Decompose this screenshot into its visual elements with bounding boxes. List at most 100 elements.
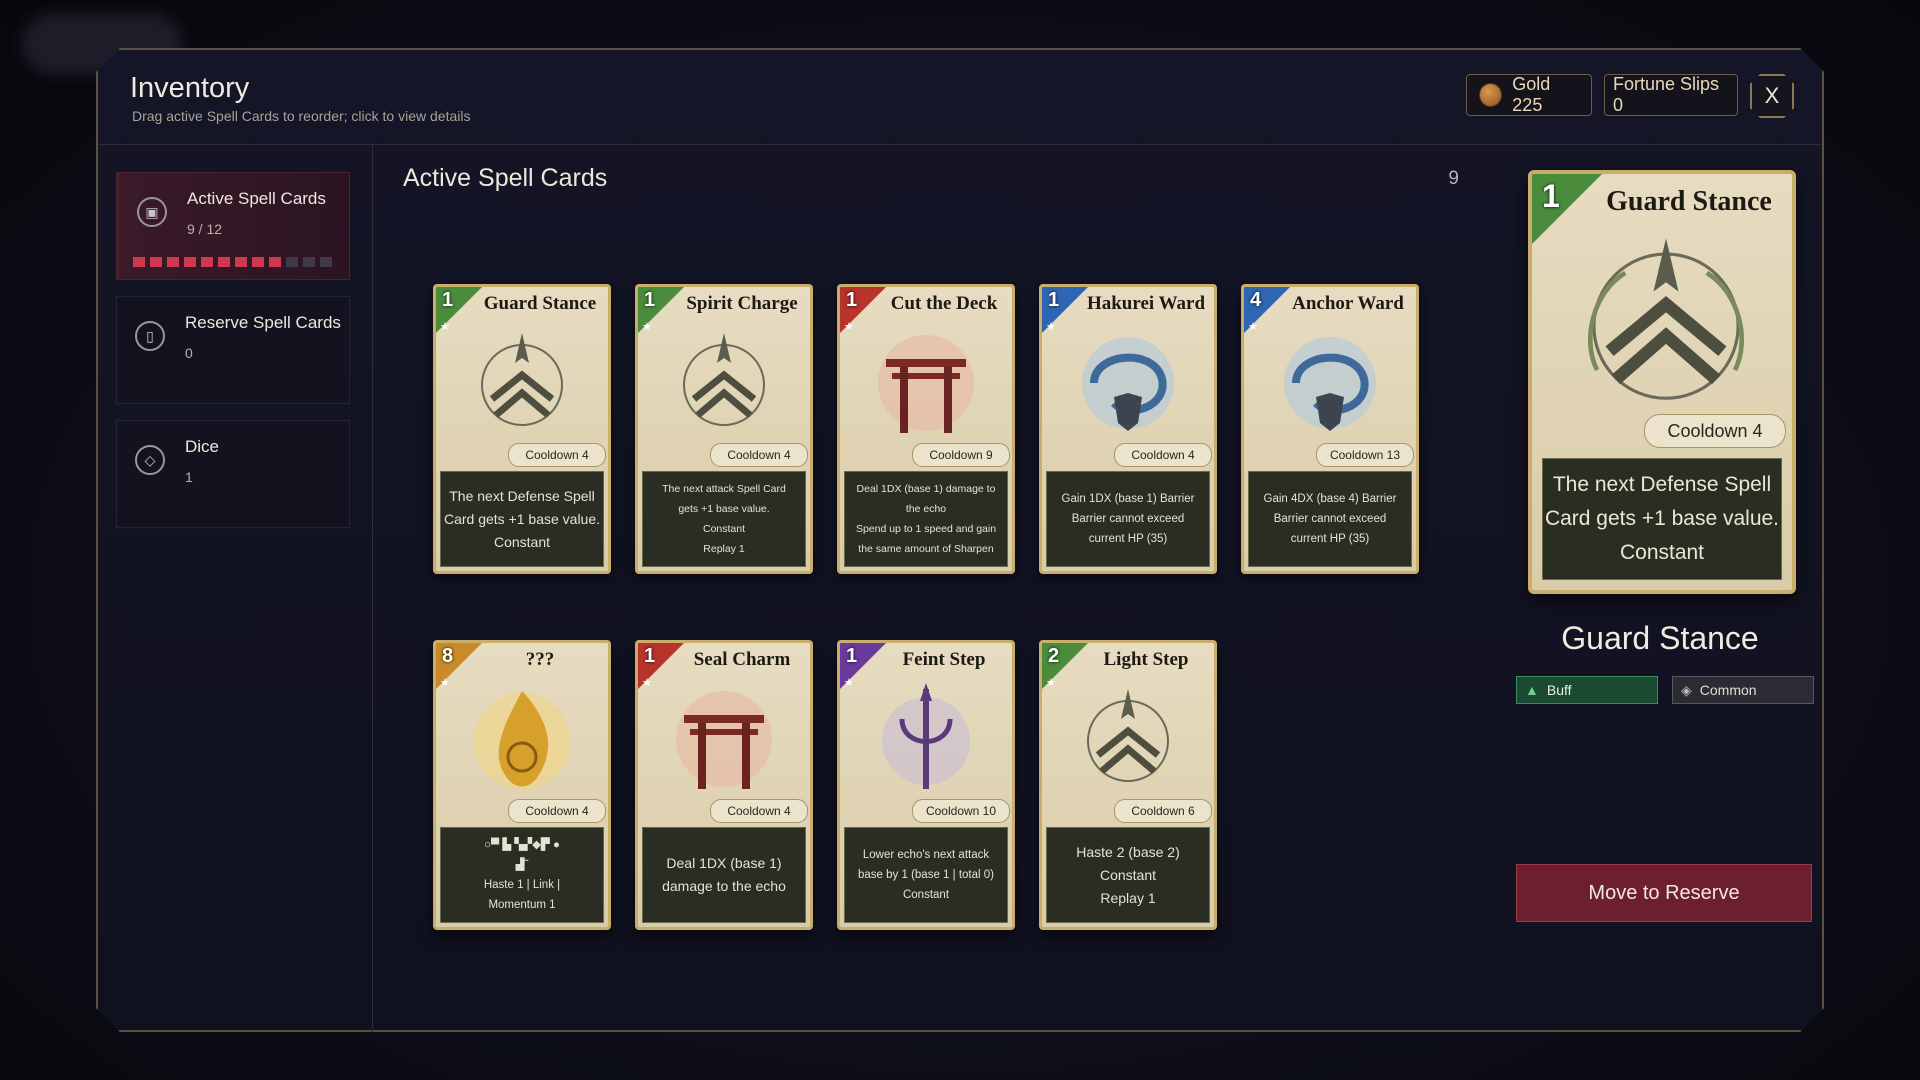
card-cooldown: Cooldown 4 (710, 443, 808, 467)
card-description-line: Gain 1DX (base 1) Barrier (1061, 493, 1195, 505)
card-name: Hakurei Ward (1086, 293, 1206, 314)
tag-rarity-label: Common (1699, 682, 1757, 698)
card-description-line: Replay 1 (1100, 889, 1156, 906)
card-description-line: Spend up to 1 speed and gain (855, 523, 997, 535)
sidebar: ▣ Active Spell Cards 9 / 12 ▯ Reserve Sp… (98, 144, 373, 1032)
card-cooldown: Cooldown 4 (508, 443, 606, 467)
detail-card-preview: 1 Guard Stance Cooldown 4 The next Defen… (1528, 170, 1796, 594)
card-cost: 1 (1048, 289, 1060, 311)
fortune-slips-label: Fortune Slips 0 (1613, 74, 1720, 115)
card-description: Deal 1DX (base 1) damage to the echo (642, 827, 806, 923)
capacity-pip (167, 257, 179, 267)
detail-description: The next Defense Spell Card gets +1 base … (1542, 458, 1782, 580)
card-art-icon (650, 679, 798, 799)
card-cost: 1 (846, 289, 858, 311)
spell-card[interactable]: 4 Anchor Ward ★ Cooldown 13 Gain 4DX (base 4… (1241, 284, 1419, 574)
card-name: Spirit Charge (686, 293, 798, 314)
spell-card-icon: ▣ (137, 197, 167, 227)
card-description: Lower echo's next attack base by 1 (base … (844, 827, 1008, 923)
panel-header: Inventory Drag active Spell Cards to reo… (98, 50, 1822, 145)
card-name: Cut the Deck (890, 293, 998, 314)
card-description-line: Constant (902, 889, 950, 901)
card-description-line: Card gets +1 base value. (443, 510, 601, 527)
card-description-line: Deal 1DX (base 1) damage to (856, 483, 996, 495)
card-name: Anchor Ward (1292, 293, 1404, 314)
guard-stance-art-icon (1550, 228, 1782, 418)
card-cooldown: Cooldown 4 (1114, 443, 1212, 467)
card-description: ○▀ ▙ ▚▞◆▛ ● ▟˜ Haste 1 | Link | Momentum 1 (440, 827, 604, 923)
gold-label: Gold 225 (1512, 74, 1551, 115)
tag-buff-label: Buff (1546, 682, 1572, 698)
card-art-icon (852, 323, 1000, 443)
card-description: Gain 1DX (base 1) Barrier Barrier cannot … (1046, 471, 1210, 567)
page-title: Inventory (130, 72, 250, 104)
card-description-line: current HP (35) (1290, 533, 1370, 545)
card-description-line: Constant (702, 523, 746, 535)
card-description-line: Deal 1DX (base 1) (666, 855, 782, 871)
card-description-line: The next attack Spell Card (662, 483, 786, 495)
reserve-card-icon: ▯ (135, 321, 165, 351)
sidebar-item-count: 1 (185, 469, 193, 485)
triangle-icon: ▲ (1525, 682, 1539, 698)
section-title: Active Spell Cards (403, 164, 608, 192)
card-description-line: the same amount of Sharpen (858, 543, 994, 555)
card-description-line: damage to the echo (662, 878, 786, 894)
card-description: Haste 2 (base 2) Constant Replay 1 (1046, 827, 1210, 923)
active-spell-cards-section: Active Spell Cards 9 1 Guard Stance ★ Coold… (373, 144, 1493, 1032)
card-art-icon (1054, 679, 1202, 799)
sidebar-item-dice[interactable]: ◇ Dice 1 (116, 420, 350, 528)
spell-card[interactable]: 1 Feint Step ★ Cooldown 10 Lower echo's next… (837, 640, 1015, 930)
card-description-line: Lower echo's next attack (862, 849, 990, 861)
card-art-icon (852, 679, 1000, 799)
spell-card[interactable]: 1 Seal Charm ★ Cooldown 4 Deal 1DX (base 1) d… (635, 640, 813, 930)
capacity-pip (201, 257, 213, 267)
capacity-pip (303, 257, 315, 267)
card-art-icon (1256, 323, 1404, 443)
card-description-line: gets +1 base value. (678, 503, 770, 515)
card-cooldown: Cooldown 13 (1316, 443, 1414, 467)
capacity-pip (133, 257, 145, 267)
spell-card[interactable]: 1 Cut the Deck ★ Cooldown 9 Deal 1DX (base 1… (837, 284, 1015, 574)
card-art-icon (448, 679, 596, 799)
card-cost: 8 (442, 645, 454, 667)
inventory-panel: Inventory Drag active Spell Cards to reo… (96, 48, 1824, 1032)
spell-card[interactable]: 1 Spirit Charge ★ Cooldown 4 The next attack… (635, 284, 813, 574)
sidebar-item-label: Reserve Spell Cards (185, 313, 341, 332)
card-description-line: the echo (905, 503, 947, 515)
gold-counter: Gold 225 (1466, 74, 1592, 116)
card-name: Guard Stance (483, 293, 597, 314)
diamond-icon: ◈ (1681, 681, 1692, 698)
close-button[interactable]: X (1750, 74, 1794, 118)
card-description-line: The next Defense Spell (449, 487, 595, 504)
spell-card[interactable]: 8??? ★ Cooldown 4 ○▀ ▙ ▚▞◆▛ ● ▟˜ Haste 1 | Li… (433, 640, 611, 930)
spell-card[interactable]: 1 Guard Stance ★ Cooldown 4 The next Defense… (433, 284, 611, 574)
sidebar-item-active-spell-cards[interactable]: ▣ Active Spell Cards 9 / 12 (116, 172, 350, 280)
card-description-line: Constant (493, 533, 551, 550)
sidebar-item-count: 0 (185, 345, 193, 361)
card-cooldown: Cooldown 9 (912, 443, 1010, 467)
capacity-pip (320, 257, 332, 267)
card-description-line: Gain 4DX (base 4) Barrier (1263, 493, 1397, 505)
detail-title: Guard Stance (1561, 620, 1759, 656)
capacity-pip (252, 257, 264, 267)
spell-card[interactable]: 1 Hakurei Ward ★ Cooldown 4 Gain 1DX (base 1… (1039, 284, 1217, 574)
move-to-reserve-button[interactable]: Move to Reserve (1516, 864, 1812, 922)
card-art-icon (1054, 323, 1202, 443)
sidebar-item-label: Active Spell Cards (187, 189, 326, 208)
sidebar-item-reserve-spell-cards[interactable]: ▯ Reserve Spell Cards 0 (116, 296, 350, 404)
card-description-line: Barrier cannot exceed (1273, 513, 1387, 525)
capacity-pip (235, 257, 247, 267)
card-description: Deal 1DX (base 1) damage to the echo Spend… (844, 471, 1008, 567)
card-description-line: Haste 2 (base 2) (1076, 843, 1180, 860)
card-cost: 1 (644, 645, 656, 667)
card-cooldown: Cooldown 4 (710, 799, 808, 823)
detail-card-name: Guard Stance (1606, 186, 1772, 217)
card-cooldown: Cooldown 4 (508, 799, 606, 823)
page-subtitle: Drag active Spell Cards to reorder; clic… (132, 108, 471, 124)
card-description-line: ○▀ ▙ ▚▞◆▛ ● (484, 839, 560, 851)
section-count: 9 (1448, 168, 1459, 189)
sidebar-item-count: 9 / 12 (187, 221, 223, 237)
card-cost: 1 (442, 289, 454, 311)
fortune-slips-counter: Fortune Slips 0 (1604, 74, 1738, 116)
spell-card[interactable]: 2 Light Step ★ Cooldown 6 Haste 2 (base 2) Co… (1039, 640, 1217, 930)
